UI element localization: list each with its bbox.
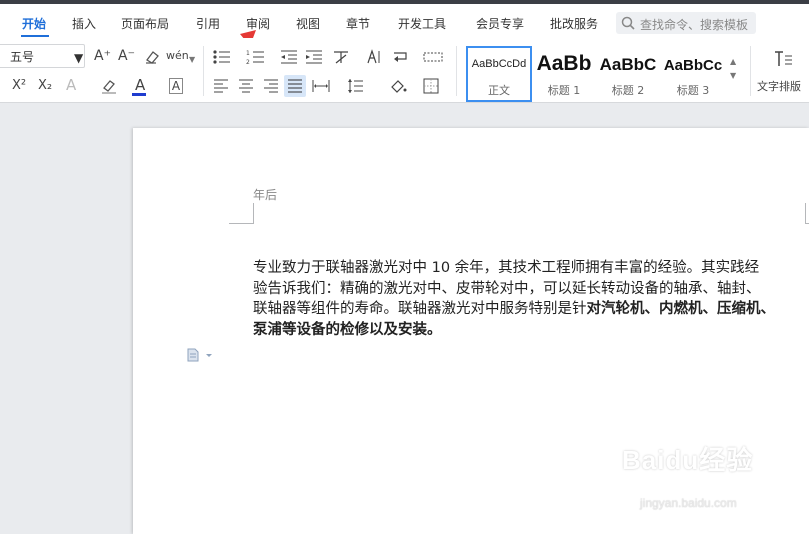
subscript-button[interactable]: X₂: [38, 78, 52, 94]
line-spacing-icon[interactable]: [346, 78, 364, 94]
command-search-input[interactable]: 查找命令、搜索模板: [616, 12, 756, 34]
menu-bar: 开始 插入 页面布局 引用 审阅 视图 章节 开发工具 会员专享 批改服务 查找…: [0, 4, 809, 38]
baidu-watermark: Baidu经验: [622, 445, 754, 475]
style-heading-2-label: 标题 2: [611, 84, 645, 97]
body-text-normal: 联轴器等组件的寿命。联轴器激光对中服务特别是针: [253, 301, 587, 317]
tab-home[interactable]: 开始: [22, 15, 46, 32]
style-heading-2-sample: AaBbC: [599, 55, 657, 74]
shrink-font-button[interactable]: A⁻: [118, 48, 135, 64]
increase-indent-icon[interactable]: [305, 49, 323, 65]
paragraph-handle-icon[interactable]: [187, 348, 213, 362]
style-heading-3[interactable]: AaBbCc 标题 3: [662, 48, 724, 100]
style-normal[interactable]: AaBbCcDd 正文: [466, 46, 532, 102]
font-size-select[interactable]: 五号 ▼: [0, 44, 85, 68]
text-layout-label[interactable]: 文字排版: [757, 79, 801, 95]
style-heading-1[interactable]: AaBb 标题 1: [532, 48, 596, 100]
font-color-swatch: [132, 93, 146, 96]
grow-font-button[interactable]: A⁺: [94, 48, 111, 64]
tab-developer-tools[interactable]: 开发工具: [398, 15, 446, 32]
shading-icon[interactable]: [389, 78, 407, 94]
highlight-icon[interactable]: [100, 78, 118, 94]
style-heading-3-sample: AaBbCc: [663, 57, 723, 74]
style-heading-2[interactable]: AaBbC 标题 2: [597, 48, 659, 100]
tab-correction-service[interactable]: 批改服务: [550, 15, 598, 32]
toolbar-separator: [456, 46, 457, 96]
tab-page-layout[interactable]: 页面布局: [121, 15, 169, 32]
decrease-indent-icon[interactable]: [280, 49, 298, 65]
tab-insert[interactable]: 插入: [72, 15, 96, 32]
crop-mark: [805, 203, 809, 224]
tab-member[interactable]: 会员专享: [476, 15, 524, 32]
style-normal-label: 正文: [488, 84, 510, 97]
font-size-value: 五号: [10, 50, 35, 64]
superscript-button[interactable]: X²: [12, 78, 26, 94]
tab-view[interactable]: 视图: [296, 15, 320, 32]
align-right-icon[interactable]: [263, 79, 279, 93]
align-center-icon[interactable]: [238, 79, 254, 93]
body-line: 联轴器等组件的寿命。联轴器激光对中服务特别是针对汽轮机、内燃机、压缩机、: [253, 299, 809, 320]
justify-icon[interactable]: [287, 79, 303, 93]
search-icon: [621, 16, 635, 30]
crop-mark: [229, 203, 254, 224]
toolbar-separator: [750, 46, 751, 96]
bullet-list-icon[interactable]: [212, 49, 232, 65]
sort-icon[interactable]: [366, 49, 382, 65]
clear-format-icon[interactable]: [144, 49, 160, 65]
tab-section[interactable]: 章节: [346, 15, 370, 32]
show-marks-icon[interactable]: [423, 52, 443, 62]
distributed-align-icon[interactable]: [312, 79, 330, 93]
chevron-down-icon: ▼: [74, 51, 84, 65]
body-text-bold: 对汽轮机、内燃机、压缩机、: [586, 301, 776, 317]
ribbon-toolbar: 五号 ▼ A⁺ A⁻ wén ▼ X² X₂ A A A 12 AaBbCcDd…: [0, 38, 809, 103]
phonetic-guide-button[interactable]: wén: [166, 48, 189, 64]
svg-text:1: 1: [246, 50, 250, 57]
active-tab-indicator: [21, 35, 49, 37]
align-left-icon[interactable]: [213, 79, 229, 93]
style-heading-1-label: 标题 1: [547, 84, 581, 97]
line-break-icon[interactable]: [392, 49, 410, 65]
watermark-url: jingyan.baidu.com: [640, 496, 737, 510]
style-heading-3-label: 标题 3: [676, 84, 710, 97]
borders-icon[interactable]: [423, 78, 439, 94]
style-normal-sample: AaBbCcDd: [471, 58, 527, 70]
document-body[interactable]: 专业致力于联轴器激光对中 10 余年，其技术工程师拥有丰富的经验。其实践经 验告…: [253, 258, 809, 340]
search-placeholder: 查找命令、搜索模板: [640, 18, 749, 32]
text-effect-button[interactable]: A: [66, 77, 76, 93]
toolbar-separator: [203, 46, 204, 96]
body-line: 专业致力于联轴器激光对中 10 余年，其技术工程师拥有丰富的经验。其实践经: [253, 260, 760, 276]
character-border-button[interactable]: A: [169, 78, 183, 94]
body-line: 验告诉我们：精确的激光对中、皮带轮对中，可以延长转动设备的轴承、轴封、: [253, 280, 761, 297]
styles-scroll-down-icon[interactable]: ▼: [730, 68, 736, 84]
numbered-list-icon[interactable]: 12: [246, 49, 266, 65]
body-line: 泵浦等设备的检修以及安装。: [253, 321, 442, 338]
style-heading-1-sample: AaBb: [536, 52, 592, 75]
font-color-button[interactable]: A: [135, 77, 145, 93]
text-layout-icon[interactable]: [773, 50, 793, 68]
page-header-text[interactable]: 年后: [253, 186, 277, 203]
chevron-down-icon[interactable]: ▼: [189, 52, 195, 68]
svg-text:2: 2: [246, 59, 250, 65]
chinese-layout-icon[interactable]: [332, 49, 352, 65]
